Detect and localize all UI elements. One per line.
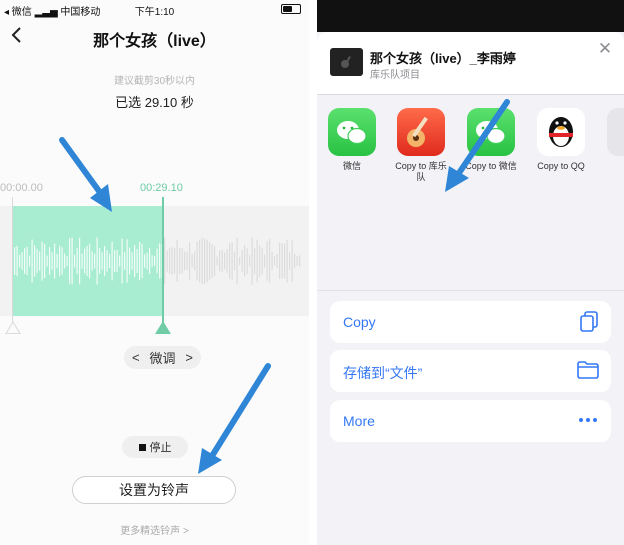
ringtone-editor-screen: ◂ 微信 ▂▃▅ 中国移动 下午1:10 那个女孩（live） 建议截剪30秒以… [0, 0, 309, 545]
annotation-arrows [59, 137, 271, 474]
arrow-to-set-button [198, 363, 271, 474]
arrow-to-waveform [59, 137, 112, 212]
arrow-to-garageband [445, 99, 510, 192]
share-sheet-screen: 那个女孩（live）_李雨婷 库乐队项目 ✕ 微信 Copy to 库乐队 Co… [317, 0, 624, 545]
annotation-arrows [445, 99, 510, 192]
